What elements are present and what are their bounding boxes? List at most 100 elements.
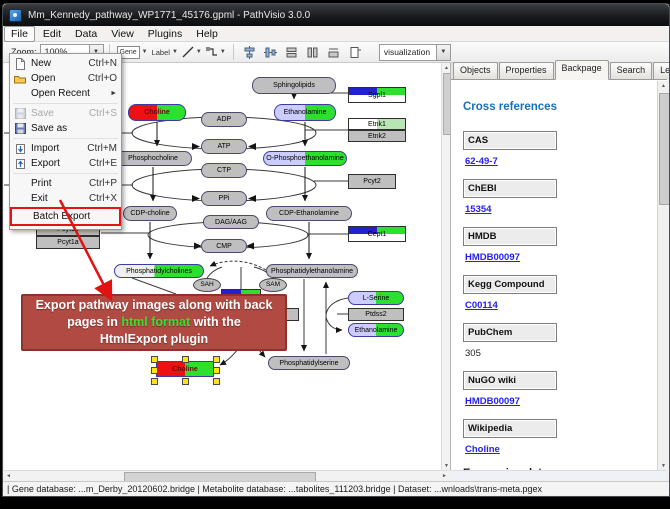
selection-handle[interactable] — [213, 378, 220, 385]
selection-handle[interactable] — [151, 356, 158, 363]
tab-objects[interactable]: Objects — [453, 62, 498, 79]
visualization-combobox[interactable]: visualization ▼ — [379, 44, 451, 61]
menu-edit[interactable]: Edit — [37, 27, 67, 41]
node-o-phosphoethanolamine[interactable]: O-Phosphoethanolamine — [263, 151, 347, 166]
menu-data[interactable]: Data — [69, 27, 103, 41]
xref-link[interactable]: 62-49-7 — [465, 156, 498, 167]
window-title: Mm_Kennedy_pathway_WP1771_45176.gpml - P… — [28, 10, 310, 21]
node-dag-aag[interactable]: DAG/AAG — [203, 215, 259, 229]
chevron-down-icon[interactable]: ▼ — [172, 49, 178, 55]
node-ppi[interactable]: PPi — [201, 191, 247, 206]
node-cdp-ethanolamine[interactable]: CDP-Ethanolamine — [266, 206, 352, 221]
menu-item-exit[interactable]: Exit Ctrl+X — [10, 191, 121, 206]
align-center-y-button[interactable] — [261, 43, 280, 62]
visualization-value: visualization — [384, 47, 430, 57]
xref-section-cas: CAS 62-49-7 — [463, 131, 656, 167]
node-choline[interactable]: Choline — [128, 104, 186, 121]
node-ethanolamine[interactable]: Ethanolamine — [274, 104, 336, 121]
canvas-horizontal-scrollbar[interactable]: ◄ ► — [4, 470, 449, 480]
scroll-up-icon[interactable]: ▲ — [442, 63, 450, 72]
node-sgpl1[interactable]: Sgpl1 — [348, 87, 406, 103]
node-phosphatidylcholines[interactable]: Phosphatidylcholines — [114, 264, 204, 278]
line-icon — [182, 46, 194, 58]
line-tool-button[interactable]: ▼ — [181, 43, 203, 62]
scroll-right-icon[interactable]: ► — [440, 471, 449, 480]
node-pcyt2[interactable]: Pcyt2 — [348, 174, 396, 189]
stack-vertical-button[interactable] — [282, 43, 301, 62]
scrollbar-thumb[interactable] — [659, 93, 670, 205]
panel-vertical-scrollbar[interactable]: ▲ ▼ — [657, 81, 668, 470]
chevron-down-icon[interactable]: ▼ — [142, 49, 148, 55]
node-phosphatidylserine[interactable]: Phosphatidylserine — [268, 356, 350, 370]
node-ethanolamine-2[interactable]: Ethanolamine — [348, 323, 404, 337]
xref-link[interactable]: C00114 — [465, 300, 498, 311]
node-l-serine[interactable]: L-Serine — [348, 291, 404, 305]
menu-help[interactable]: Help — [190, 27, 224, 41]
xref-link[interactable]: HMDB00097 — [465, 396, 520, 407]
selection-handle[interactable] — [213, 356, 220, 363]
selection-handle[interactable] — [151, 367, 158, 374]
menu-item-open[interactable]: Open Ctrl+O — [10, 71, 121, 86]
visualization-dropdown-arrow-icon[interactable]: ▼ — [436, 45, 450, 60]
scroll-down-icon[interactable]: ▼ — [659, 461, 668, 470]
node-etnk1[interactable]: Etnk1 — [348, 118, 406, 130]
menu-item-batch-export[interactable]: Batch Export — [12, 209, 119, 224]
node-phosphocholine[interactable]: Phosphocholine — [114, 151, 192, 166]
chevron-down-icon[interactable]: ▼ — [220, 49, 226, 55]
node-cmp[interactable]: CMP — [201, 239, 247, 253]
scroll-left-icon[interactable]: ◄ — [4, 471, 13, 480]
scroll-down-icon[interactable]: ▼ — [442, 461, 450, 470]
menu-item-label: Open — [31, 73, 82, 84]
selection-handle[interactable] — [182, 356, 189, 363]
node-ctp[interactable]: CTP — [201, 163, 247, 178]
menu-plugins[interactable]: Plugins — [142, 27, 188, 41]
menu-item-save-as[interactable]: Save as — [10, 121, 121, 136]
menu-file[interactable]: File — [4, 26, 35, 42]
stack-horizontal-button[interactable] — [303, 43, 322, 62]
label-tool-button[interactable]: Label ▼ — [151, 43, 179, 62]
selection-handle[interactable] — [213, 367, 220, 374]
selection-handle[interactable] — [151, 378, 158, 385]
xref-link[interactable]: 15354 — [465, 204, 491, 215]
common-size-button[interactable] — [324, 43, 343, 62]
chevron-down-icon[interactable]: ▼ — [196, 49, 202, 55]
xref-link[interactable]: Choline — [465, 444, 500, 455]
xref-header: NuGO wiki — [463, 371, 557, 390]
connector-tool-button[interactable]: ▼ — [205, 43, 227, 62]
node-sphingolipids[interactable]: Sphingolipids — [252, 77, 336, 94]
node-atp[interactable]: ATP — [201, 139, 247, 154]
export-view-button[interactable] — [345, 43, 364, 62]
menu-view[interactable]: View — [105, 27, 140, 41]
xref-link[interactable]: HMDB00097 — [465, 252, 520, 263]
menu-item-shortcut: Ctrl+N — [88, 58, 117, 69]
menu-item-export[interactable]: Export Ctrl+E — [10, 156, 121, 171]
scroll-up-icon[interactable]: ▲ — [659, 81, 668, 90]
node-ptdss2[interactable]: Ptdss2 — [348, 308, 404, 321]
tab-backpage[interactable]: Backpage — [555, 60, 609, 80]
menu-item-import[interactable]: Import Ctrl+M — [10, 141, 121, 156]
node-pcyt1a[interactable]: Pcyt1a — [36, 236, 100, 249]
app-icon — [9, 9, 22, 22]
tab-properties[interactable]: Properties — [499, 62, 554, 79]
tab-search[interactable]: Search — [610, 62, 653, 79]
node-adp[interactable]: ADP — [201, 112, 247, 127]
node-sam[interactable]: SAM — [259, 278, 287, 292]
selection-handle[interactable] — [182, 378, 189, 385]
scrollbar-thumb[interactable] — [443, 73, 450, 135]
tab-legend[interactable]: Legend — [653, 62, 670, 79]
menu-item-print[interactable]: Print Ctrl+P — [10, 176, 121, 191]
node-label: Ethanolamine — [284, 109, 327, 116]
menu-item-shortcut: Ctrl+S — [89, 108, 117, 119]
panel-horizontal-scrollbar[interactable] — [450, 470, 666, 480]
node-etnk2[interactable]: Etnk2 — [348, 130, 406, 142]
menu-item-new[interactable]: New Ctrl+N — [10, 56, 121, 71]
menu-item-open-recent[interactable]: Open Recent ► — [10, 86, 121, 101]
canvas-vertical-scrollbar[interactable]: ▲ ▼ — [441, 63, 450, 470]
node-phosphatidylethanolamine[interactable]: Phosphatidylethanolamine — [266, 264, 358, 278]
node-cdp-choline[interactable]: CDP-choline — [123, 206, 177, 221]
menu-item-save[interactable]: Save Ctrl+S — [10, 106, 121, 121]
node-cept1[interactable]: Cept1 — [348, 226, 406, 242]
node-sah[interactable]: SAH — [193, 278, 221, 292]
align-center-x-button[interactable] — [240, 43, 259, 62]
node-choline-selected[interactable]: Choline — [156, 361, 214, 377]
